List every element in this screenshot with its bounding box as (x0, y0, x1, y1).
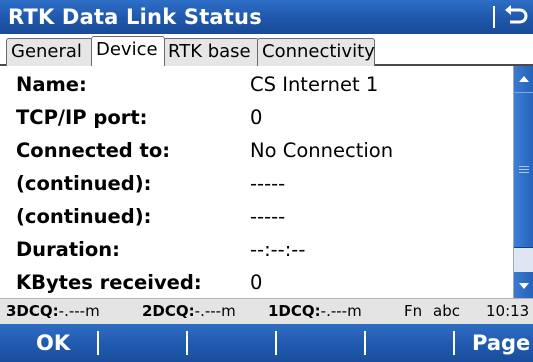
ok-button[interactable]: OK (36, 324, 70, 362)
kbytes-received-label: KBytes received: (16, 271, 202, 294)
softkey-separator (364, 331, 366, 355)
dcq1-label: 1DCQ: (268, 302, 321, 320)
connected-to-label: Connected to: (16, 139, 171, 162)
duration-value: --:--:-- (250, 238, 306, 261)
dcq3-value: -.---m (58, 302, 100, 320)
page-button[interactable]: Page (472, 324, 530, 362)
tab-rtk-base[interactable]: RTK base (163, 38, 259, 66)
window-title: RTK Data Link Status (8, 5, 262, 29)
thumb-grip-line (519, 169, 529, 170)
softkey-separator (97, 331, 99, 355)
scroll-up-button[interactable] (514, 66, 533, 92)
fn-indicator: Fn (404, 302, 423, 320)
title-bar: RTK Data Link Status (0, 0, 533, 34)
softkey-separator (453, 331, 455, 355)
vertical-scrollbar[interactable] (513, 66, 533, 298)
clock: 10:13 (486, 302, 530, 320)
scroll-thumb[interactable] (514, 92, 533, 248)
softkey-bar: OK Page (0, 324, 533, 362)
field-row-duration: Duration: --:--:-- (16, 235, 506, 265)
field-row-kbytes-received: KBytes received: 0 (16, 268, 506, 298)
continued-label: (continued): (16, 172, 152, 195)
field-row-tcp-port: TCP/IP port: 0 (16, 103, 506, 133)
tab-device[interactable]: Device (91, 36, 165, 66)
kbytes-received-value: 0 (250, 271, 263, 294)
status-bar: 3DCQ:-.---m 2DCQ:-.---m 1DCQ:-.---m Fn a… (0, 298, 533, 324)
continued-label: (continued): (16, 205, 152, 228)
field-row-connected-to: Connected to: No Connection (16, 136, 506, 166)
duration-label: Duration: (16, 238, 120, 261)
dcq1-value: -.---m (320, 302, 362, 320)
tab-bar: General Device RTK base Connectivity (0, 34, 533, 66)
dcq3-readout: 3DCQ:-.---m (6, 299, 100, 324)
scroll-down-button[interactable] (514, 272, 533, 298)
dcq2-label: 2DCQ: (142, 302, 195, 320)
name-value: CS Internet 1 (250, 73, 379, 96)
dcq2-readout: 2DCQ:-.---m (142, 299, 236, 324)
dcq3-label: 3DCQ: (6, 302, 59, 320)
connected-to-value: No Connection (250, 139, 394, 162)
continued-value: ----- (250, 205, 286, 228)
chevron-down-icon (519, 283, 529, 289)
tab-connectivity[interactable]: Connectivity (257, 38, 375, 66)
field-row-continued-2: (continued): ----- (16, 202, 506, 232)
input-mode-indicator: abc (433, 302, 460, 320)
chevron-up-icon (519, 76, 529, 82)
field-row-continued-1: (continued): ----- (16, 169, 506, 199)
title-separator (493, 6, 495, 28)
tab-general[interactable]: General (6, 38, 93, 66)
name-label: Name: (16, 73, 87, 96)
thumb-grip-line (519, 166, 529, 167)
tcp-port-label: TCP/IP port: (16, 106, 148, 129)
field-row-name: Name: CS Internet 1 (16, 70, 506, 100)
softkey-separator (186, 331, 188, 355)
thumb-grip-line (519, 172, 529, 173)
device-status-panel: Name: CS Internet 1 TCP/IP port: 0 Conne… (0, 66, 513, 298)
dcq2-value: -.---m (194, 302, 236, 320)
back-arrow-icon[interactable] (500, 2, 530, 32)
continued-value: ----- (250, 172, 286, 195)
dcq1-readout: 1DCQ:-.---m (268, 299, 362, 324)
softkey-separator (275, 331, 277, 355)
tcp-port-value: 0 (250, 106, 263, 129)
